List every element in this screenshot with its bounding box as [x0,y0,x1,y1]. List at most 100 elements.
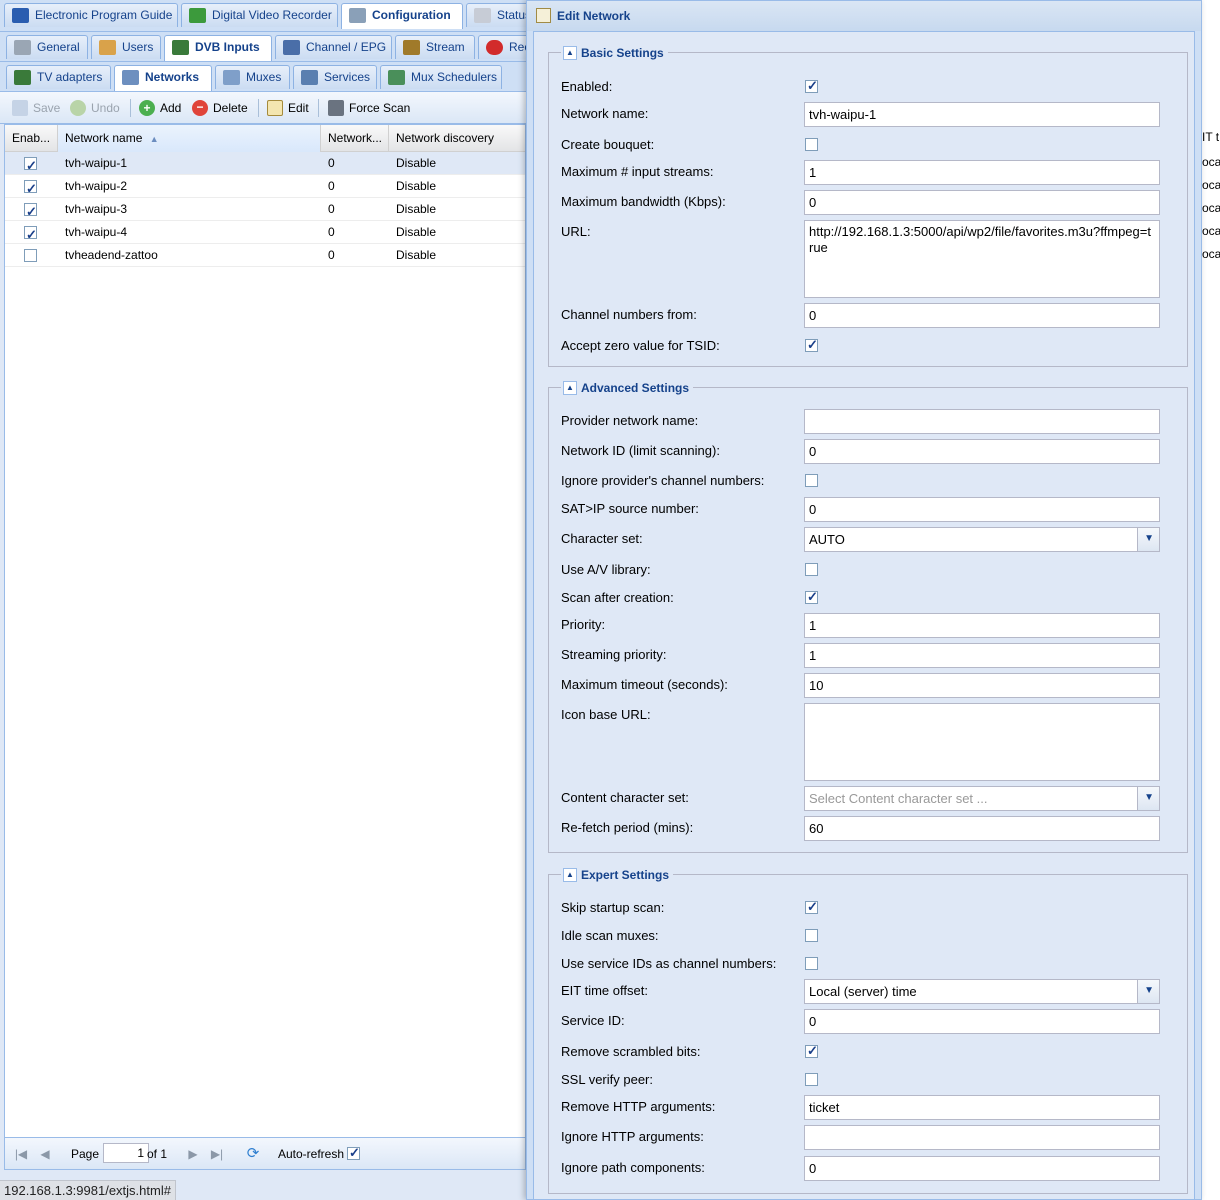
adapter-icon [14,70,31,85]
column-header-network-num[interactable]: Network... [321,125,389,152]
dialog-title-bar[interactable]: Edit Network [527,1,1201,31]
card-icon [172,40,189,55]
provider-network-name-input[interactable] [804,409,1160,434]
scan-after-creation-checkbox[interactable] [805,589,818,605]
ignore-provider-chnum-checkbox[interactable] [805,474,818,488]
remove-scrambled-bits-checkbox[interactable] [805,1043,818,1059]
ssl-verify-peer-checkbox[interactable] [805,1073,818,1087]
ignore-path-components-input[interactable]: 0 [804,1156,1160,1181]
max-timeout-input[interactable]: 10 [804,673,1160,698]
enabled-checkbox[interactable] [24,224,37,243]
chevron-down-icon[interactable]: ▼ [1144,792,1154,803]
url-textarea[interactable]: http://192.168.1.3:5000/api/wp2/file/fav… [804,220,1160,298]
enabled-checkbox[interactable] [24,155,37,174]
add-button[interactable]: + Add [139,99,181,117]
enabled-checkbox[interactable] [805,78,818,94]
save-button[interactable]: Save [12,99,60,117]
tab-dvr[interactable]: Digital Video Recorder [181,3,338,27]
accept-zero-tsid-label: Accept zero value for TSID: [561,338,720,353]
prev-page-icon[interactable]: ◀ [37,1146,53,1162]
network-num-cell: 0 [328,156,335,170]
edit-network-dialog: Edit Network ▲ Basic Settings Enabled: N… [526,0,1202,1200]
skip-startup-scan-checkbox[interactable] [805,899,818,915]
tab-muxes[interactable]: Muxes [215,65,290,89]
collapse-icon[interactable]: ▲ [563,46,577,60]
tab-status[interactable]: Status [466,3,528,27]
table-row[interactable]: tvh-waipu-2 0 Disable [5,175,525,198]
first-page-icon[interactable]: |◀ [13,1146,29,1162]
max-timeout-label: Maximum timeout (seconds): [561,677,728,692]
tab-stream[interactable]: Stream [395,35,475,59]
streaming-priority-input[interactable]: 1 [804,643,1160,668]
enabled-checkbox[interactable] [24,249,37,263]
tab-tv-adapters[interactable]: TV adapters [6,65,111,89]
last-page-icon[interactable]: ▶| [209,1146,225,1162]
expert-settings-legend[interactable]: ▲ Expert Settings [561,867,674,883]
column-header-network-discovery[interactable]: Network discovery [389,125,528,152]
ignore-http-args-input[interactable] [804,1125,1160,1150]
idle-scan-muxes-checkbox[interactable] [805,929,818,943]
tab-channel-epg[interactable]: Channel / EPG [275,35,392,59]
remove-http-args-input[interactable]: ticket [804,1095,1160,1120]
service-id-input[interactable]: 0 [804,1009,1160,1034]
tab-users[interactable]: Users [91,35,161,59]
auto-refresh-checkbox[interactable] [347,1145,360,1161]
tab-services[interactable]: Services [293,65,377,89]
network-name-cell: tvh-waipu-3 [65,202,128,216]
network-discovery-cell: Disable [396,202,437,216]
table-row[interactable]: tvh-waipu-3 0 Disable [5,198,525,221]
service-ids-chnum-checkbox[interactable] [805,957,818,971]
column-header-enabled[interactable]: Enab... [5,125,58,152]
tab-dvb-inputs[interactable]: DVB Inputs [164,35,272,61]
tab-general[interactable]: General [6,35,88,59]
advanced-settings-fieldset: ▲ Advanced Settings Provider network nam… [548,380,1188,853]
use-av-library-checkbox[interactable] [805,563,818,577]
refetch-period-input[interactable]: 60 [804,816,1160,841]
clipped-header-text: IT t [1202,130,1220,144]
services-icon [301,70,318,85]
enabled-checkbox[interactable] [24,178,37,197]
table-row[interactable]: tvh-waipu-4 0 Disable [5,221,525,244]
tab-epg[interactable]: Electronic Program Guide [4,3,178,27]
accept-zero-tsid-checkbox[interactable] [805,337,818,353]
tab-dvb-inputs-label: DVB Inputs [195,40,260,54]
satip-source-input[interactable]: 0 [804,497,1160,522]
channel-numbers-from-input[interactable]: 0 [804,303,1160,328]
chevron-down-icon[interactable]: ▼ [1144,985,1154,996]
content-charset-combo[interactable]: Select Content character set ... ▼ [804,786,1160,811]
toolbar-separator [130,99,131,117]
advanced-settings-legend[interactable]: ▲ Advanced Settings [561,380,694,396]
collapse-icon[interactable]: ▲ [563,868,577,882]
tab-configuration[interactable]: Configuration [341,3,463,29]
collapse-icon[interactable]: ▲ [563,381,577,395]
table-row[interactable]: tvheadend-zattoo 0 Disable [5,244,525,267]
tab-rec[interactable]: Rec [478,35,528,59]
icon-base-url-textarea[interactable] [804,703,1160,781]
chevron-down-icon[interactable]: ▼ [1144,533,1154,544]
next-page-icon[interactable]: ▶ [185,1146,201,1162]
network-id-input[interactable]: 0 [804,439,1160,464]
force-scan-label: Force Scan [349,101,411,115]
column-header-network-name[interactable]: Network name ▲ [58,125,321,152]
character-set-combo[interactable]: AUTO ▼ [804,527,1160,552]
delete-icon: − [192,100,208,116]
tab-mux-schedulers[interactable]: Mux Schedulers [380,65,502,89]
eit-time-offset-combo[interactable]: Local (server) time ▼ [804,979,1160,1004]
page-number-input[interactable]: 1 [103,1143,149,1163]
edit-button[interactable]: Edit [267,99,309,117]
refresh-icon[interactable]: ⟳ [245,1146,261,1162]
basic-settings-legend[interactable]: ▲ Basic Settings [561,45,668,61]
priority-input[interactable]: 1 [804,613,1160,638]
undo-button[interactable]: Undo [70,99,120,117]
force-scan-button[interactable]: Force Scan [328,99,410,117]
grid-pager: |◀ ◀ Page 1 of 1 ▶ ▶| ⟳ Auto-refresh [4,1138,526,1170]
table-row[interactable]: tvh-waipu-1 0 Disable [5,152,525,175]
create-bouquet-label: Create bouquet: [561,137,655,152]
create-bouquet-checkbox[interactable] [805,138,818,152]
tab-networks[interactable]: Networks [114,65,212,91]
enabled-checkbox[interactable] [24,201,37,220]
delete-button[interactable]: − Delete [192,99,248,117]
max-bandwidth-input[interactable]: 0 [804,190,1160,215]
max-input-streams-input[interactable]: 1 [804,160,1160,185]
network-name-input[interactable]: tvh-waipu-1 [804,102,1160,127]
